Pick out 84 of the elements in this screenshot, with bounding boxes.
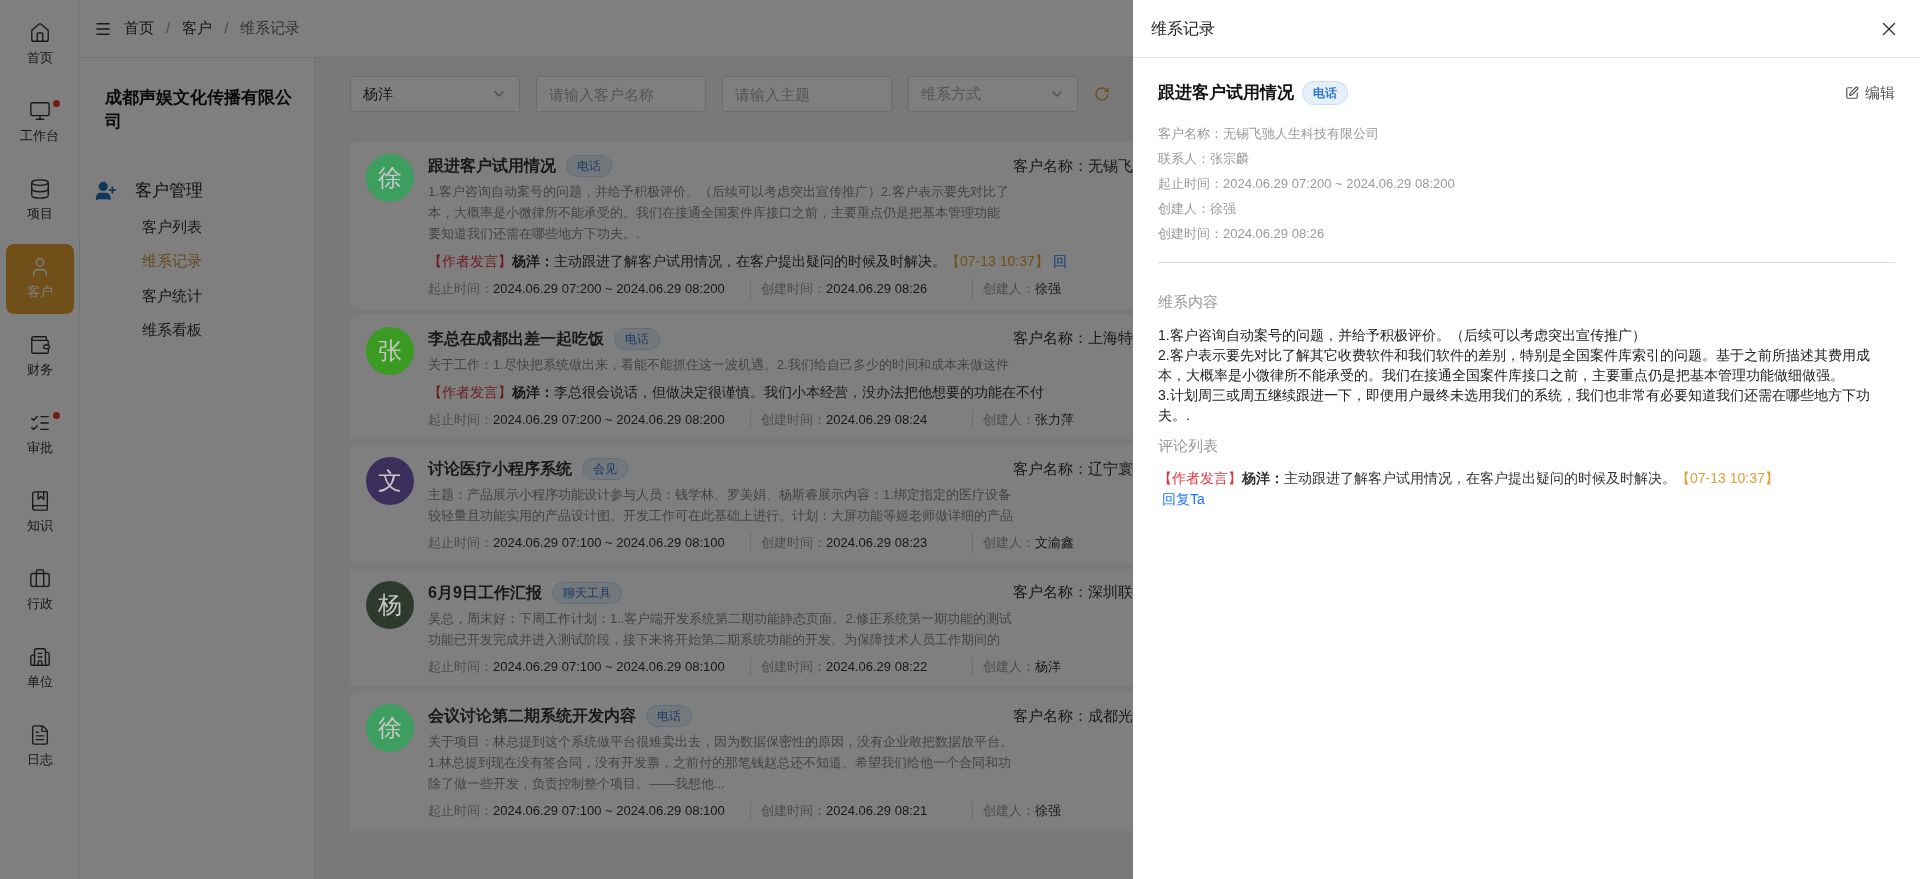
meta-value: 2024.06.29 08:26 [826,280,928,298]
drawer-title: 维系记录 [1151,18,1215,39]
meta-value: 2024.06.29 07:100 ~ 2024.06.29 08:100 [493,657,725,676]
section-heading: 维系内容 [1158,291,1219,312]
person-add-icon [95,179,117,202]
record-title: 6月9日工作汇报 [428,582,542,603]
comment-text: 【作者发言】杨洋：李总很会说话，但做决定很谨慎。我们小本经营，没办法把他想要的功能在不付 [428,382,1044,402]
method-tag: 电话 [566,155,612,177]
comment-text: 【作者发言】杨洋：主动跟进了解客户试用情况，在客户提出疑问的时候及时解决。【07-13 10:37】 [1158,468,1779,488]
comment-text: 【作者发言】杨洋：主动跟进了解客户试用情况，在客户提出疑问的时候及时解决。【07-13 10:37】 [428,252,1049,271]
rail-item[interactable]: 知识 [5,478,74,548]
sub-nav-item[interactable]: 客户列表 [142,215,294,238]
meta-value: 文渝鑫 [1035,534,1074,552]
method-tag: 会见 [582,458,628,480]
rail-item[interactable]: 审批 [5,400,74,470]
database-icon [28,178,51,201]
meta-value: 2024.06.29 08:22 [826,657,928,676]
avatar: 徐 [366,154,414,202]
monitor-icon [28,100,51,123]
rail-item[interactable]: 工作台 [5,88,74,158]
reply-link[interactable]: 回 [1052,251,1067,272]
info-line: 起止时间：2024.06.29 07:200 ~ 2024.06.29 08:200 [1158,174,1456,193]
breadcrumb-current: 维系记录 [240,18,301,39]
breadcrumb-link[interactable]: 首页 [124,17,154,40]
customer-name: 客户名称：成都光 [1013,705,1133,726]
meta-value: 徐强 [1035,280,1061,298]
breadcrumb-separator: / [166,18,171,39]
edit-button[interactable]: 编辑 [1845,81,1895,104]
meta-value: 2024.06.29 07:100 ~ 2024.06.29 08:100 [493,802,725,820]
rail-item[interactable]: 首页 [5,10,74,80]
record-card[interactable] [350,692,1133,831]
record-title: 跟进客户试用情况 [1158,82,1294,104]
record-title: 讨论医疗小程序系统 [428,459,572,479]
content-paragraph: 2.客户表示要先对比了解其它收费软件和我们软件的差别，特别是全国案件库索引的问题。基于之前所描述其费用成本，大概率是小微律所不能承受的。我们在接通全国案件库接口之前，主要重点仍是把基本管理功能做细做强。 [1158,346,1871,385]
method-tag: 电话 [1302,80,1348,105]
wallet-icon [28,334,51,357]
record-title: 李总在成都出差一起吃饭 [428,328,604,349]
meta-value: 张力萍 [1035,410,1074,429]
customer-name: 客户名称：深圳联 [1013,582,1133,603]
meta-value: 2024.06.29 08:21 [826,802,928,820]
sub-nav-item[interactable]: 维系看板 [142,319,294,342]
sub-nav-item[interactable]: 客户统计 [142,284,294,307]
avatar: 张 [366,326,414,375]
avatar: 文 [366,457,414,505]
rail-item[interactable]: 项目 [5,166,74,236]
home-icon [28,22,51,45]
info-line: 联系人：张宗麟 [1158,149,1250,168]
refresh-icon[interactable] [1094,86,1110,102]
section-heading: 评论列表 [1158,436,1219,456]
content-paragraph: 1.客户咨询自动案号的问题，并给予积极评价。（后续可以考虑突出宣传推广） [1158,326,1647,345]
breadcrumb-link[interactable]: 客户 [182,17,213,40]
edit-icon [1845,85,1859,100]
avatar: 杨 [366,580,414,629]
info-line: 客户名称：无锡飞驰人生科技有限公司 [1158,124,1380,143]
avatar: 徐 [366,704,414,752]
rail-item[interactable]: 财务 [5,322,74,392]
breadcrumb-separator: / [224,18,229,39]
rail-item[interactable]: 日志 [5,712,74,782]
meta-value: 杨洋 [1035,657,1061,676]
content-paragraph: 3.计划周三或周五继续跟进一下，即便用户最终未选用我们的系统，我们也非常有必要知道我们还需在哪些地方下功夫。. [1158,386,1871,425]
menu-group-title: 客户管理 [135,180,203,202]
meta-value: 2024.06.29 08:23 [826,534,928,552]
record-title: 会议讨论第二期系统开发内容 [428,706,636,726]
info-line: 创建人：徐强 [1158,199,1237,218]
record-title: 跟进客户试用情况 [428,156,556,176]
meta-value: 徐强 [1035,802,1061,820]
meta-value: 2024.06.29 07:200 ~ 2024.06.29 08:200 [493,280,725,298]
rail-item[interactable]: 单位 [5,634,74,704]
owner-select[interactable]: 杨洋 [350,76,520,112]
customer-name: 客户名称：上海特 [1013,328,1133,349]
building-icon [28,646,51,669]
method-tag: 聊天工具 [551,581,622,604]
company-name: 成都声娱文化传播有限公司 [105,87,293,133]
customer-name: 客户名称：无锡飞 [1013,155,1133,176]
method-tag: 电话 [614,327,660,350]
meta-value: 2024.06.29 08:24 [826,410,928,429]
meta-value: 2024.06.29 07:200 ~ 2024.06.29 08:200 [493,410,725,429]
method-tag: 电话 [646,705,692,727]
reply-link[interactable]: 回复Ta [1162,488,1205,510]
info-line: 创建时间：2024.06.29 08:26 [1158,224,1326,243]
customer-name: 客户名称：辽宁寰 [1013,458,1133,479]
rail-item[interactable]: 行政 [5,556,74,626]
record-card[interactable] [350,142,1133,309]
meta-value: 2024.06.29 07:100 ~ 2024.06.29 08:100 [493,534,725,552]
